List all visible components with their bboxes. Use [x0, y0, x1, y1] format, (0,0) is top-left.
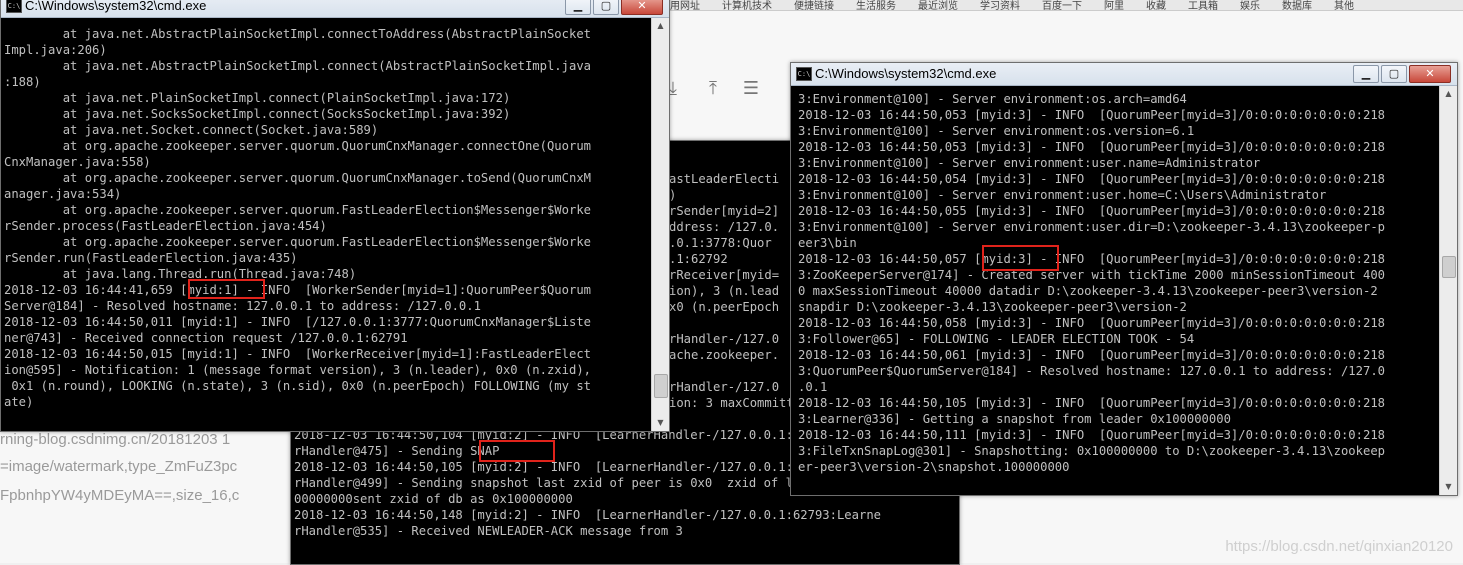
bookmark-item[interactable]: 便捷链接 [794, 0, 834, 10]
bookmark-item[interactable]: 阿里 [1104, 0, 1124, 10]
bookmark-item[interactable]: 娱乐 [1240, 0, 1260, 10]
scroll-up-icon[interactable]: ▲ [652, 18, 669, 34]
console-line: 2018-12-03 16:44:50,054 [myid:3] - INFO … [798, 172, 1385, 186]
console-line: at java.lang.Thread.run(Thread.java:748) [4, 267, 357, 281]
console-line: :188) [4, 75, 41, 89]
bookmark-item[interactable]: 收藏 [1146, 0, 1166, 10]
console-line: 3:Environment@100] - Server environment:… [798, 124, 1195, 138]
console-line: at java.net.PlainSocketImpl.connect(Plai… [4, 91, 511, 105]
console-line: 3:ZooKeeperServer@174] - Created server … [798, 268, 1385, 282]
minimize-icon[interactable]: ▁ [565, 0, 591, 15]
console-line: at java.net.SocksSocketImpl.connect(Sock… [4, 107, 511, 121]
title-bar[interactable]: C:\ C:\Windows\system32\cmd.exe ▁ ▢ ✕ [791, 63, 1457, 86]
bookmark-item[interactable]: 其他 [1334, 0, 1354, 10]
url-fragment-1: rning-blog.csdnimg.cn/20181203 1 [0, 431, 231, 448]
url-fragment-2: =image/watermark,type_ZmFuZ3pc [0, 458, 238, 475]
title-bar[interactable]: C:\ C:\Windows\system32\cmd.exe ▁ ▢ ✕ [1, 0, 669, 18]
console-line: rSender.run(FastLeaderElection.java:435) [4, 251, 298, 265]
scroll-thumb[interactable] [654, 374, 668, 398]
console-line: 3:Learner@336] - Getting a snapshot from… [798, 412, 1231, 426]
vertical-scrollbar[interactable]: ▲ ▼ [651, 18, 669, 431]
console-output-peer3: 3:Environment@100] - Server environment:… [798, 91, 1385, 495]
window-title: C:\Windows\system32\cmd.exe [25, 0, 207, 13]
console-line: at java.net.Socket.connect(Socket.java:5… [4, 123, 379, 137]
console-line: at org.apache.zookeeper.server.quorum.Fa… [4, 203, 591, 217]
console-line: 2018-12-03 16:44:50,011 [myid:1] - INFO … [4, 315, 591, 329]
console-line: 2018-12-03 16:44:50,055 [myid:3] - INFO … [798, 204, 1385, 218]
console-line: CnxManager.java:558) [4, 155, 151, 169]
console-line: 2018-12-03 16:44:50,057 [myid:3] - INFO … [798, 252, 1385, 266]
minimize-icon[interactable]: ▁ [1353, 65, 1379, 83]
console-line: 2018-12-03 16:44:50,148 [myid:2] - INFO … [294, 508, 881, 522]
bookmark-item[interactable]: 计算机技术 [722, 0, 772, 10]
console-line: ion@595] - Notification: 1 (message form… [4, 363, 591, 377]
console-line: 3:Environment@100] - Server environment:… [798, 188, 1327, 202]
console-line: ner@743] - Received connection request /… [4, 331, 408, 345]
console-line: Server@184] - Resolved hostname: 127.0.0… [4, 299, 481, 313]
bookmark-item[interactable]: 数据库 [1282, 0, 1312, 10]
maximize-icon[interactable]: ▢ [593, 0, 619, 15]
scroll-thumb[interactable] [1442, 256, 1456, 278]
console-line: eer3\bin [798, 236, 857, 250]
cmd-window-peer1[interactable]: C:\ C:\Windows\system32\cmd.exe ▁ ▢ ✕ at… [0, 0, 670, 432]
bookmark-item[interactable]: 工具箱 [1188, 0, 1218, 10]
console-line: 3:Environment@100] - Server environment:… [798, 156, 1261, 170]
bookmarks-bar: 常用网址 计算机技术 便捷链接 生活服务 最近浏览 学习资料 百度一下 阿里 收藏 工具箱 娱乐 数据… [660, 0, 1463, 11]
console-line: Impl.java:206) [4, 43, 107, 57]
scroll-down-icon[interactable]: ▼ [1440, 479, 1457, 495]
close-icon[interactable]: ✕ [621, 0, 663, 15]
console-line: at java.net.AbstractPlainSocketImpl.conn… [4, 59, 591, 73]
console-output-peer1: at java.net.AbstractPlainSocketImpl.conn… [4, 26, 591, 431]
bookmark-item[interactable]: 最近浏览 [918, 0, 958, 10]
console-line: anager.java:534) [4, 187, 122, 201]
console-line: at org.apache.zookeeper.server.quorum.Qu… [4, 171, 591, 185]
console-line: 3:QuorumPeer$QuorumServer@184] - Resolve… [798, 364, 1385, 378]
vertical-scrollbar[interactable]: ▲ ▼ [1439, 86, 1457, 495]
scroll-up-icon[interactable]: ▲ [1440, 86, 1457, 102]
console-line: 2018-12-03 16:44:41,659 [myid:1] - INFO … [4, 283, 591, 297]
bookmark-item[interactable]: 生活服务 [856, 0, 896, 10]
close-icon[interactable]: ✕ [1409, 65, 1451, 83]
console-line: 2018-12-03 16:44:50,015 [myid:1] - INFO … [4, 347, 591, 361]
console-line: 2018-12-03 16:44:50,061 [myid:3] - INFO … [798, 348, 1385, 362]
console-line: 2018-12-03 16:44:50,058 [myid:3] - INFO … [798, 316, 1385, 330]
upload-icon[interactable]: ⤒ [702, 78, 724, 100]
console-line: rHandler@535] - Received NEWLEADER-ACK m… [294, 524, 683, 538]
cmd-window-peer3[interactable]: C:\ C:\Windows\system32\cmd.exe ▁ ▢ ✕ 3:… [790, 62, 1458, 496]
console-line: 3:FileTxnSnapLog@301] - Snapshotting: 0x… [798, 444, 1385, 458]
window-title: C:\Windows\system32\cmd.exe [815, 66, 997, 81]
url-fragment-3: FpbnhpYW4yMDEyMA==,size_16,c [0, 487, 240, 504]
console-line: at org.apache.zookeeper.server.quorum.Fa… [4, 235, 591, 249]
editor-toolbar: ⤓ ⤒ ☰ [660, 70, 795, 110]
console-line: at org.apache.zookeeper.server.quorum.Qu… [4, 139, 591, 153]
watermark: https://blog.csdn.net/qinxian20120 [1225, 538, 1453, 555]
console-line: 3:Environment@100] - Server environment:… [798, 92, 1187, 106]
console-line: 2018-12-03 16:44:50,105 [myid:3] - INFO … [798, 396, 1385, 410]
console-line: ate) [4, 395, 34, 409]
maximize-icon[interactable]: ▢ [1381, 65, 1407, 83]
console-line: er-peer3\version-2\snapshot.100000000 [798, 460, 1070, 474]
cmd-app-icon: C:\ [6, 0, 22, 13]
console-line: 2018-12-03 16:44:50,053 [myid:3] - INFO … [798, 108, 1385, 122]
console-line: 0 maxSessionTimeout 40000 datadir D:\zoo… [798, 284, 1378, 298]
console-line: 2018-12-03 16:44:50,111 [myid:3] - INFO … [798, 428, 1385, 442]
console-line: 2018-12-03 16:44:50,053 [myid:3] - INFO … [798, 140, 1385, 154]
console-line: at java.net.AbstractPlainSocketImpl.conn… [4, 27, 591, 41]
console-line: 3:Follower@65] - FOLLOWING - LEADER ELEC… [798, 332, 1195, 346]
settings-sliders-icon[interactable]: ☰ [740, 78, 762, 100]
console-line: 3:Environment@100] - Server environment:… [798, 220, 1385, 234]
console-line: snapdir D:\zookeeper-3.4.13\zookeeper-pe… [798, 300, 1187, 314]
bookmark-item[interactable]: 学习资料 [980, 0, 1020, 10]
console-line: .0.1 [798, 380, 828, 394]
console-line: 0x1 (n.round), LOOKING (n.state), 3 (n.s… [4, 379, 591, 393]
bookmark-item[interactable]: 百度一下 [1042, 0, 1082, 10]
cmd-app-icon: C:\ [796, 67, 812, 81]
scroll-down-icon[interactable]: ▼ [652, 415, 669, 431]
console-line: rSender.process(FastLeaderElection.java:… [4, 219, 327, 233]
